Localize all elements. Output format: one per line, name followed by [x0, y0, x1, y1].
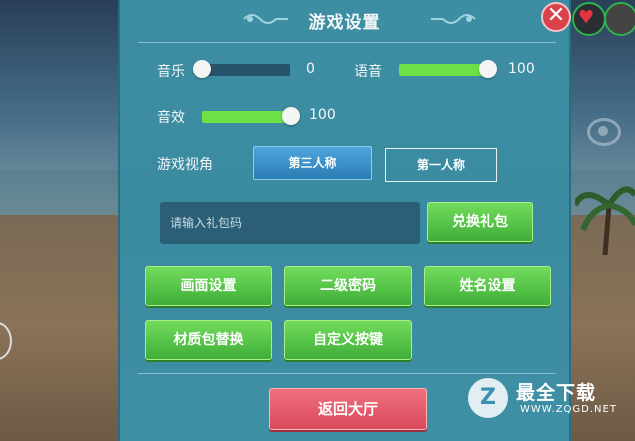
- watermark-logo: Z: [468, 378, 508, 418]
- second-password-button[interactable]: 二级密码: [284, 266, 412, 306]
- sfx-label: 音效: [157, 110, 185, 126]
- music-label: 音乐: [157, 64, 185, 80]
- watermark-title: 最全下载: [516, 382, 597, 404]
- display-settings-button[interactable]: 画面设置: [145, 266, 272, 306]
- close-button[interactable]: ✕: [541, 2, 571, 32]
- heart-button[interactable]: ♥: [572, 2, 606, 36]
- gift-code-input[interactable]: [160, 202, 420, 244]
- close-icon: ✕: [546, 3, 566, 28]
- divider-top: [138, 42, 556, 43]
- texture-pack-button[interactable]: 材质包替换: [145, 320, 272, 360]
- music-value: 0: [306, 61, 315, 77]
- palm-tree: [575, 186, 635, 255]
- divider-bottom: [138, 373, 556, 374]
- view-label: 游戏视角: [157, 157, 213, 173]
- name-settings-button[interactable]: 姓名设置: [424, 266, 551, 306]
- custom-keys-button[interactable]: 自定义按键: [284, 320, 412, 360]
- avatar[interactable]: [604, 2, 635, 36]
- voice-fill: [399, 64, 488, 76]
- view-third-person-button[interactable]: 第三人称: [253, 146, 372, 180]
- voice-slider[interactable]: [399, 60, 497, 78]
- back-to-lobby-button[interactable]: 返回大厅: [269, 388, 427, 430]
- panel-title: 游戏设置: [308, 13, 381, 33]
- watermark: Z 最全下载 WWW.ZQGD.NET: [468, 376, 628, 426]
- redeem-gift-button[interactable]: 兑换礼包: [427, 202, 533, 242]
- eye-icon[interactable]: [587, 118, 621, 146]
- sfx-slider[interactable]: [202, 107, 300, 125]
- ornament-right-icon: [431, 14, 476, 24]
- title-bar: 游戏设置 ✕: [120, 0, 571, 42]
- voice-knob[interactable]: [479, 60, 497, 78]
- view-first-person-button[interactable]: 第一人称: [385, 148, 497, 182]
- music-slider[interactable]: [193, 60, 290, 78]
- sfx-value: 100: [309, 107, 336, 123]
- settings-panel: 游戏设置 ✕ 音乐 0 语音 100 音效 100 游戏视角 第三人称 第一人称…: [118, 0, 571, 441]
- heart-icon: ♥: [578, 7, 595, 28]
- voice-value: 100: [508, 61, 535, 77]
- sfx-fill: [202, 111, 291, 123]
- music-knob[interactable]: [193, 60, 211, 78]
- sfx-knob[interactable]: [282, 107, 300, 125]
- watermark-site: WWW.ZQGD.NET: [520, 404, 617, 415]
- voice-label: 语音: [354, 64, 382, 80]
